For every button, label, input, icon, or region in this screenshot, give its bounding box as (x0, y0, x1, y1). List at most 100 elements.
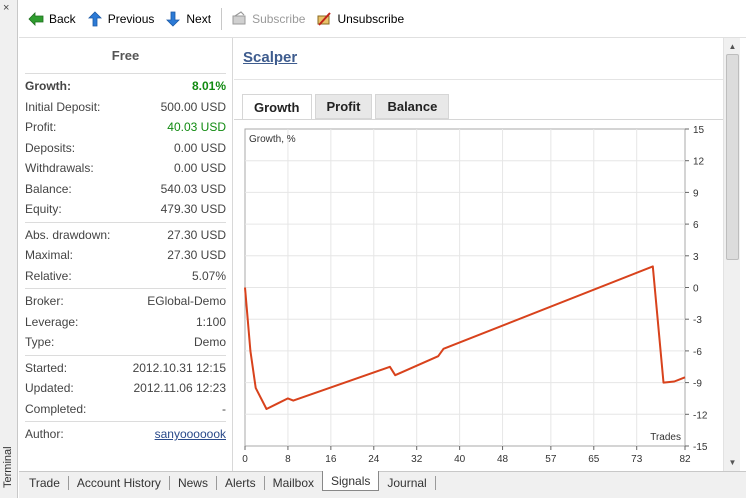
stat-value: EGlobal-Demo (147, 294, 226, 309)
stat-value: - (222, 401, 226, 416)
stat-label: Abs. drawdown: (25, 227, 111, 242)
tab-alerts[interactable]: Alerts (217, 472, 264, 494)
stat-row-completed: Completed: - (25, 399, 226, 420)
stat-row-started: Started: 2012.10.31 12:15 (25, 358, 226, 379)
close-icon[interactable]: × (3, 2, 9, 14)
stat-value: 540.03 USD (160, 181, 226, 196)
y-tick-label: -9 (693, 379, 702, 390)
terminal-label: Terminal (2, 446, 14, 488)
x-tick-label: 24 (368, 454, 380, 465)
tab-growth[interactable]: Growth (242, 94, 312, 120)
vertical-scrollbar[interactable]: ▲ ▼ (723, 38, 740, 471)
stat-row-updated: Updated: 2012.11.06 12:23 (25, 378, 226, 399)
y-tick-label: -6 (693, 347, 702, 358)
signal-detail: Scalper Growth Profit Balance 0 8 16 24 32 40… (234, 38, 723, 471)
stat-row-deposits: Deposits: 0.00 USD (25, 138, 226, 159)
tab-balance[interactable]: Balance (375, 94, 450, 119)
growth-chart: 0 8 16 24 32 40 48 57 65 73 82 15 12 9 6 3 0 -3 -6 -9 -12 -15… (234, 120, 723, 471)
x-tick-label: 16 (325, 454, 337, 465)
stat-label: Broker: (25, 294, 64, 309)
scroll-up-icon[interactable]: ▲ (724, 38, 741, 55)
terminal-strip: × Terminal (0, 0, 18, 498)
stat-row-author: Author: sanyooooook (25, 424, 226, 445)
subscribe-icon (230, 10, 248, 28)
stat-row-withdrawals: Withdrawals: 0.00 USD (25, 158, 226, 179)
tab-separator (434, 476, 436, 490)
stat-value: 0.00 USD (173, 161, 226, 176)
stat-label: Leverage: (25, 314, 79, 329)
unsubscribe-button[interactable]: Unsubscribe (311, 5, 408, 33)
stat-row-growth: Growth: 8.01% (25, 76, 226, 97)
stats-header: Free (25, 38, 226, 74)
stat-label: Author: (25, 427, 64, 442)
stat-value: 2012.11.06 12:23 (133, 381, 226, 396)
stat-label: Started: (25, 360, 68, 375)
chart-tabs: Growth Profit Balance (242, 94, 452, 120)
stat-label: Profit: (25, 120, 57, 135)
x-tick-label: 8 (285, 454, 291, 465)
x-tick-label: 48 (497, 454, 509, 465)
stat-value: 2012.10.31 12:15 (132, 360, 226, 375)
stat-label: Completed: (25, 401, 87, 416)
x-tick-label: 0 (242, 454, 248, 465)
x-tick-label: 57 (545, 454, 557, 465)
back-button[interactable]: Back (23, 5, 80, 33)
tab-trade[interactable]: Trade (21, 472, 68, 494)
tab-signals[interactable]: Signals (322, 471, 380, 491)
x-tick-label: 32 (411, 454, 423, 465)
stat-row-balance: Balance: 540.03 USD (25, 179, 226, 200)
unsubscribe-icon (315, 10, 333, 28)
next-button[interactable]: Next (160, 5, 215, 33)
x-tick-label: 73 (631, 454, 643, 465)
divider (234, 79, 723, 80)
stats-group-account: Growth: 8.01% Initial Deposit: 500.00 US… (25, 74, 226, 223)
arrow-up-icon (86, 10, 104, 28)
stat-label: Maximal: (25, 248, 74, 263)
stats-group-broker: Broker: EGlobal-Demo Leverage: 1:100 Typ… (25, 289, 226, 356)
stat-row-type: Type: Demo (25, 332, 226, 353)
stat-row-leverage: Leverage: 1:100 (25, 312, 226, 333)
y-tick-label: -12 (693, 410, 708, 421)
tab-news[interactable]: News (170, 472, 216, 494)
tab-profit[interactable]: Profit (314, 94, 373, 119)
toolbar: Back Previous Next Subscribe Unsubscribe (19, 0, 746, 38)
next-label: Next (186, 11, 212, 26)
previous-button[interactable]: Previous (82, 5, 159, 33)
stats-group-dates: Started: 2012.10.31 12:15 Updated: 2012.… (25, 356, 226, 422)
stat-value: 27.30 USD (167, 227, 226, 242)
y-tick-label: 6 (693, 220, 699, 231)
x-tick-label: 65 (588, 454, 600, 465)
stat-label: Growth: (25, 79, 71, 94)
tab-account-history[interactable]: Account History (69, 472, 169, 494)
stat-row-maximal: Maximal: 27.30 USD (25, 245, 226, 266)
subscribe-button[interactable]: Subscribe (226, 5, 309, 33)
scroll-down-icon[interactable]: ▼ (724, 454, 741, 471)
stat-value: 5.07% (191, 268, 226, 283)
stat-value: 40.03 USD (167, 120, 226, 135)
stat-label: Balance: (25, 181, 72, 196)
author-link[interactable]: sanyooooook (155, 427, 226, 441)
scroll-thumb[interactable] (726, 54, 739, 260)
stats-group-drawdown: Abs. drawdown: 27.30 USD Maximal: 27.30 … (25, 223, 226, 289)
stat-value: 500.00 USD (160, 99, 226, 114)
stat-label: Updated: (25, 381, 74, 396)
stat-label: Equity: (25, 202, 62, 217)
terminal-tabs: Trade Account History News Alerts Mailbo… (19, 471, 746, 498)
stat-row-relative: Relative: 5.07% (25, 266, 226, 287)
y-tick-label: 12 (693, 157, 705, 168)
arrow-down-icon (164, 10, 182, 28)
tab-mailbox[interactable]: Mailbox (265, 472, 322, 494)
chart-title: Growth, % (249, 134, 296, 145)
stat-label: Relative: (25, 268, 72, 283)
stat-row-abs-drawdown: Abs. drawdown: 27.30 USD (25, 225, 226, 246)
signal-stats-panel: Free Growth: 8.01% Initial Deposit: 500.… (19, 38, 233, 471)
y-tick-label: 0 (693, 284, 699, 295)
tab-journal[interactable]: Journal (379, 472, 434, 494)
stat-label: Type: (25, 335, 55, 350)
stat-label: Withdrawals: (25, 161, 94, 176)
signal-title-link[interactable]: Scalper (243, 49, 297, 66)
toolbar-divider (221, 7, 223, 30)
stat-value: 479.30 USD (160, 202, 226, 217)
subscribe-label: Subscribe (252, 11, 306, 26)
stat-value: 0.00 USD (173, 140, 226, 155)
